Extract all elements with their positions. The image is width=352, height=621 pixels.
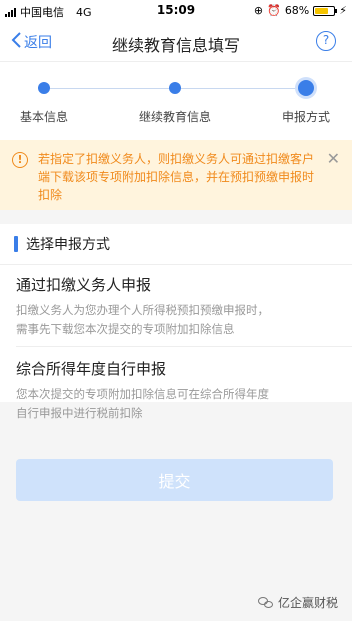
option-annual-self-declaration[interactable]: 综合所得年度自行申报 您本次提交的专项附加扣除信息可在综合所得年度 自行申报中进… [0,358,352,423]
option-withholding-agent[interactable]: 通过扣缴义务人申报 扣缴义务人为您办理个人所得税预扣预缴申报时， 需事先下载您本… [0,274,352,339]
option-desc-line: 需事先下载您本次提交的专项附加扣除信息 [16,322,235,336]
method-section: 选择申报方式 通过扣缴义务人申报 扣缴义务人为您办理个人所得税预扣预缴申报时， … [0,224,352,420]
alarm-icon: ⏰ [267,4,281,17]
step-label-2: 继续教育信息 [138,110,212,124]
step-label-1: 基本信息 [19,110,69,124]
step-dot-1 [38,82,50,94]
watermark: 亿企赢财税 [257,594,338,611]
close-icon[interactable]: ✕ [327,150,340,168]
section-title: 选择申报方式 [26,237,110,253]
step-label-3: 申报方式 [281,110,331,124]
option-desc-line: 您本次提交的专项附加扣除信息可在综合所得年度 [16,387,269,401]
page-title: 继续教育信息填写 [111,36,240,55]
status-right: ⊕ ⏰ 68% ⚡ [254,4,347,17]
battery-icon [313,5,338,16]
battery-percent: 68% [284,4,310,17]
help-icon[interactable]: ? [316,31,336,51]
section-accent-bar [14,236,18,252]
notice-banner: ! 若指定了扣缴义务人，则扣缴义务人可通过扣缴客户端下载该项专项附加扣除信息，并… [0,140,352,210]
option-desc-line: 扣缴义务人为您办理个人所得税预扣预缴申报时， [16,303,269,317]
status-bar: 中国电信 4G 15:09 ⊕ ⏰ 68% ⚡ [0,0,352,22]
progress-steps: 基本信息 继续教育信息 申报方式 [0,62,352,140]
step-dot-2 [169,82,181,94]
nav-bar: 返回 继续教育信息填写 ? [0,22,352,62]
lock-rotation-icon: ⊕ [253,4,264,17]
charging-icon: ⚡ [339,4,347,17]
watermark-text: 亿企赢财税 [277,596,338,610]
divider [16,346,352,347]
submit-button[interactable]: 提交 [16,459,333,501]
wechat-icon [257,596,274,609]
section-header: 选择申报方式 [14,234,110,254]
option-title: 综合所得年度自行申报 [16,360,167,378]
step-dot-3 [298,80,314,96]
divider [0,264,352,265]
option-title: 通过扣缴义务人申报 [16,276,152,294]
notice-text: 若指定了扣缴义务人，则扣缴义务人可通过扣缴客户端下载该项专项附加扣除信息，并在预… [38,152,315,202]
option-desc-line: 自行申报中进行税前扣除 [16,406,143,420]
warning-icon: ! [12,152,28,168]
